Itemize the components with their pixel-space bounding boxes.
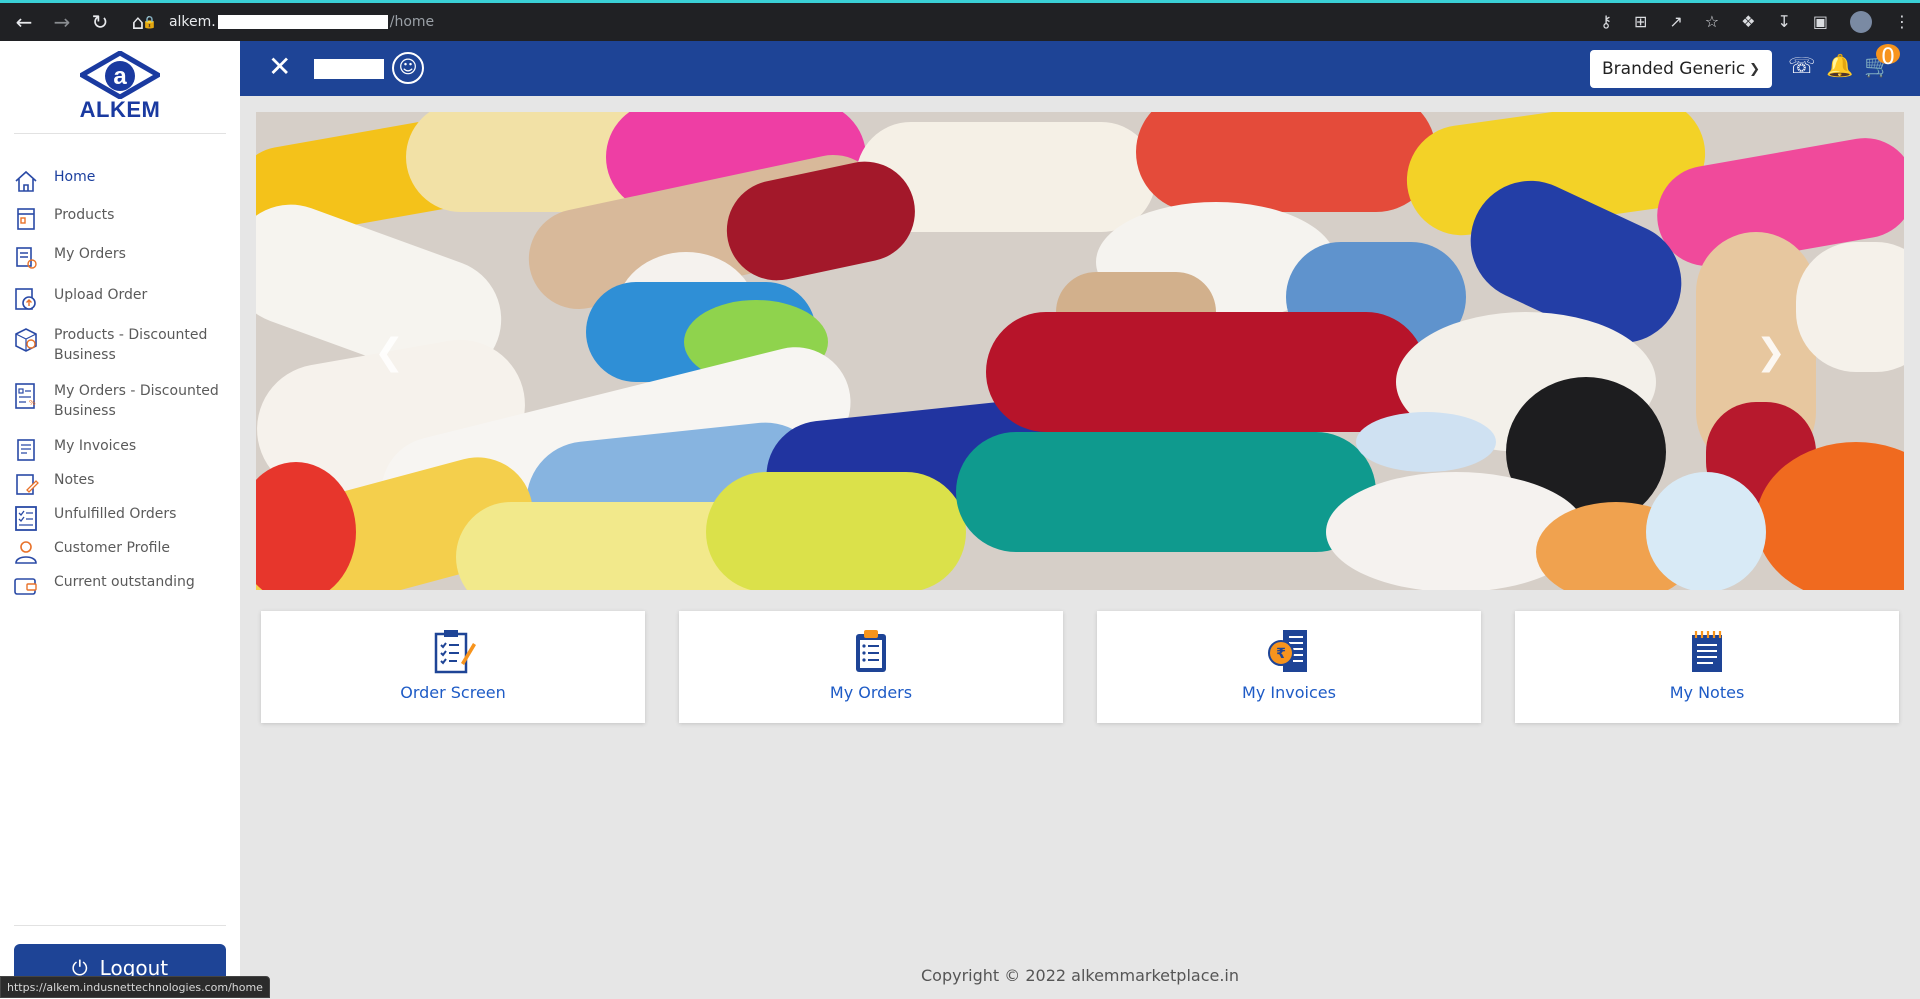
svg-text:%: % (29, 399, 36, 407)
sidebar-item-label: My Orders - Discounted Business (54, 383, 219, 419)
svg-text:₹: ₹ (1276, 646, 1286, 662)
cart-count-badge: 0 (1876, 44, 1900, 70)
card-label: My Orders (829, 683, 913, 702)
sidebar-item-unfulfilled-orders[interactable]: Unfulfilled Orders (12, 504, 232, 532)
card-my-notes[interactable]: My Notes (1515, 611, 1899, 723)
url-host: alkem. (168, 14, 216, 30)
alkem-logo[interactable]: a ALKEM (78, 51, 162, 123)
sidebar-item-label: Unfulfilled Orders (54, 506, 177, 522)
close-sidebar-icon[interactable]: ✕ (268, 53, 291, 81)
sidebar: a ALKEM Home Products My Orders Upload O… (0, 41, 240, 999)
sidebar-item-orders-discounted[interactable]: % My Orders - Discounted Business (12, 381, 232, 421)
profile-avatar[interactable] (1850, 11, 1872, 33)
notepad-icon (1692, 631, 1722, 672)
reload-icon[interactable]: ↻ (88, 10, 112, 34)
rupee-receipt-icon: ₹ (1268, 630, 1307, 672)
star-icon[interactable]: ☆ (1705, 9, 1719, 35)
sidepanel-icon[interactable]: ▣ (1813, 9, 1828, 35)
sidebar-item-label: Home (54, 169, 96, 185)
support-icon[interactable]: ☏ (1788, 53, 1816, 81)
app-header: ✕ ☺ Branded Generic ❯ ☏ 🔔 🛒 0 (240, 41, 1920, 96)
chevron-down-icon: ❯ (1749, 61, 1760, 77)
sidebar-item-my-orders[interactable]: My Orders (12, 244, 232, 272)
sidebar-item-home[interactable]: Home (12, 167, 232, 195)
svg-text:a: a (113, 63, 127, 90)
sidebar-item-current-outstanding[interactable]: Current outstanding (12, 572, 232, 600)
footer-copyright: Copyright © 2022 alkemmarketplace.in (920, 966, 1240, 985)
redacted-block (217, 15, 388, 29)
share-icon[interactable]: ↗ (1669, 9, 1682, 35)
checklist-icon (15, 506, 37, 531)
key-icon[interactable]: ⚷ (1600, 9, 1612, 35)
sidebar-item-label: Notes (54, 472, 95, 488)
clipboard-list-icon (856, 630, 886, 672)
sidebar-item-products-discounted[interactable]: Products - Discounted Business (12, 325, 232, 365)
carousel-next-icon[interactable]: ❯ (1756, 332, 1786, 373)
card-label: My Invoices (1242, 683, 1336, 702)
card-order-screen[interactable]: Order Screen (261, 611, 645, 723)
user-icon (15, 541, 37, 564)
sidebar-item-label: Products - Discounted Business (54, 327, 208, 363)
url-path: /home (389, 14, 435, 30)
bell-icon[interactable]: 🔔 (1826, 53, 1853, 81)
sidebar-item-label: My Orders (54, 246, 126, 262)
home-icon (15, 170, 37, 192)
card-label: Order Screen (400, 683, 506, 702)
sidebar-item-label: Products (54, 207, 115, 223)
download-icon[interactable]: ↧ (1777, 9, 1790, 35)
extensions-icon[interactable]: ❖ (1741, 9, 1755, 35)
divider (14, 925, 226, 926)
clipboard-edit-icon (434, 630, 476, 674)
sidebar-item-customer-profile[interactable]: Customer Profile (12, 538, 232, 566)
divider (14, 133, 226, 134)
card-my-invoices[interactable]: ₹ My Invoices (1097, 611, 1481, 723)
wallet-icon (14, 578, 37, 595)
brand-select[interactable]: Branded Generic ❯ (1590, 50, 1772, 88)
sidebar-item-label: Current outstanding (54, 574, 195, 590)
banner-carousel[interactable]: ❮ ❯ (256, 112, 1904, 590)
kebab-menu-icon[interactable]: ⋮ (1894, 9, 1910, 35)
invoice-icon (17, 439, 35, 461)
brand-select-value: Branded Generic (1602, 59, 1746, 79)
cart-button[interactable]: 🛒 0 (1864, 44, 1900, 81)
back-icon[interactable]: ← (12, 10, 36, 34)
status-bar-url: https://alkem.indusnettechnologies.com/h… (0, 976, 270, 998)
user-avatar-icon[interactable]: ☺ (392, 52, 424, 84)
sidebar-item-label: My Invoices (54, 438, 137, 454)
products-icon (17, 208, 35, 230)
upload-icon (15, 288, 36, 310)
install-icon[interactable]: ⊞ (1634, 9, 1647, 35)
sidebar-item-label: Upload Order (54, 287, 148, 303)
forward-icon[interactable]: → (50, 10, 74, 34)
alkem-logo-icon: a (80, 51, 160, 99)
browser-toolbar: ← → ↻ ⌂ 🔒 alkem. /home ⚷ ⊞ ↗ ☆ ❖ ↧ ▣ ⋮ (0, 0, 1920, 41)
discount-products-icon (15, 328, 37, 352)
card-my-orders[interactable]: My Orders (679, 611, 1063, 723)
sidebar-item-notes[interactable]: Notes (12, 470, 232, 498)
sidebar-item-products[interactable]: Products (12, 205, 232, 233)
carousel-prev-icon[interactable]: ❮ (374, 332, 404, 373)
sidebar-item-upload-order[interactable]: Upload Order (12, 285, 232, 313)
lock-icon: 🔒 (142, 15, 157, 29)
sidebar-item-label: Customer Profile (54, 540, 170, 556)
discount-orders-icon: % (15, 383, 36, 409)
notes-icon (16, 474, 39, 495)
redacted-username (314, 59, 384, 79)
pills-banner-image (256, 112, 1904, 590)
card-label: My Notes (1669, 683, 1745, 702)
sidebar-item-my-invoices[interactable]: My Invoices (12, 436, 232, 464)
logo-text: ALKEM (79, 97, 161, 122)
address-bar[interactable]: 🔒 alkem. /home (142, 9, 1372, 35)
orders-icon (16, 247, 37, 269)
